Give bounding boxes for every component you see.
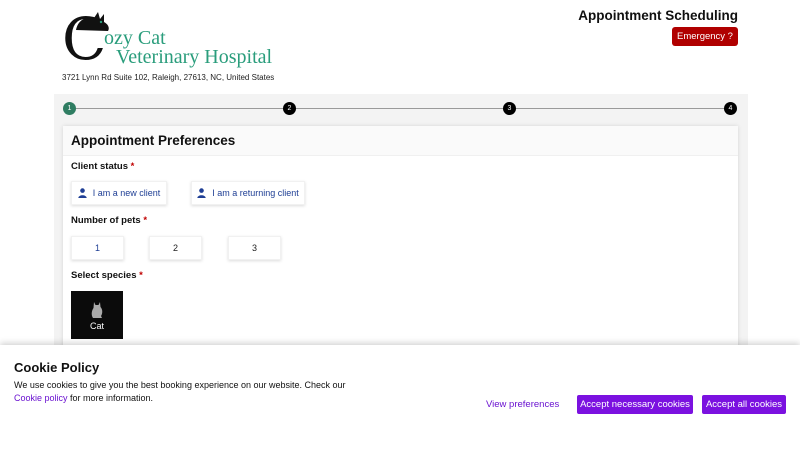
- step-1: 1: [63, 102, 76, 115]
- hospital-address: 3721 Lynn Rd Suite 102, Raleigh, 27613, …: [62, 73, 275, 82]
- step-4: 4: [724, 102, 737, 115]
- client-status-label: Client status *: [71, 161, 134, 172]
- pets-option-2-label: 2: [172, 243, 178, 253]
- cat-icon: [91, 301, 103, 318]
- hospital-logo[interactable]: C ozy Cat Veterinary Hospital: [62, 10, 282, 70]
- select-species-label-text: Select species: [71, 270, 137, 281]
- view-preferences-link[interactable]: View preferences: [486, 399, 559, 410]
- new-client-option[interactable]: I am a new client: [71, 181, 167, 205]
- step-2: 2: [283, 102, 296, 115]
- cookie-banner: Cookie Policy We use cookies to give you…: [0, 345, 800, 450]
- pets-option-3-label: 3: [251, 243, 257, 253]
- required-mark: *: [130, 161, 135, 172]
- accept-necessary-cookies-button[interactable]: Accept necessary cookies: [577, 395, 693, 414]
- client-status-label-text: Client status: [71, 161, 129, 172]
- card-header: Appointment Preferences: [63, 126, 738, 156]
- emergency-button[interactable]: Emergency ?: [672, 27, 738, 46]
- returning-client-label: I am a returning client: [212, 188, 299, 198]
- user-icon: [197, 188, 206, 198]
- accept-all-cookies-button[interactable]: Accept all cookies: [702, 395, 786, 414]
- required-mark: *: [139, 270, 143, 281]
- cookie-text: We use cookies to give you the best book…: [14, 379, 354, 405]
- pets-option-3[interactable]: 3: [228, 236, 281, 260]
- cookie-title: Cookie Policy: [14, 360, 100, 375]
- returning-client-option[interactable]: I am a returning client: [191, 181, 305, 205]
- cookie-policy-link[interactable]: Cookie policy: [14, 393, 68, 403]
- pets-option-1[interactable]: 1: [71, 236, 124, 260]
- number-of-pets-label: Number of pets *: [71, 215, 147, 226]
- cookie-text-after: for more information.: [67, 393, 154, 403]
- select-species-label: Select species *: [71, 270, 143, 281]
- pets-option-1-label: 1: [94, 243, 100, 253]
- page: C ozy Cat Veterinary Hospital 3721 Lynn …: [0, 0, 800, 450]
- new-client-label: I am a new client: [92, 188, 161, 198]
- logo-text-line2: Veterinary Hospital: [116, 46, 273, 68]
- species-option-cat[interactable]: Cat: [71, 291, 123, 339]
- stepper-track: [69, 108, 731, 109]
- step-3: 3: [503, 102, 516, 115]
- pets-option-2[interactable]: 2: [149, 236, 202, 260]
- card-title: Appointment Preferences: [71, 133, 236, 148]
- page-title: Appointment Scheduling: [578, 8, 738, 23]
- appointment-preferences-card: Appointment Preferences Client status * …: [63, 126, 738, 350]
- cookie-text-before: We use cookies to give you the best book…: [14, 380, 346, 390]
- species-option-cat-label: Cat: [89, 320, 104, 331]
- user-icon: [78, 188, 87, 198]
- required-mark: *: [143, 215, 148, 226]
- number-of-pets-label-text: Number of pets: [71, 215, 141, 226]
